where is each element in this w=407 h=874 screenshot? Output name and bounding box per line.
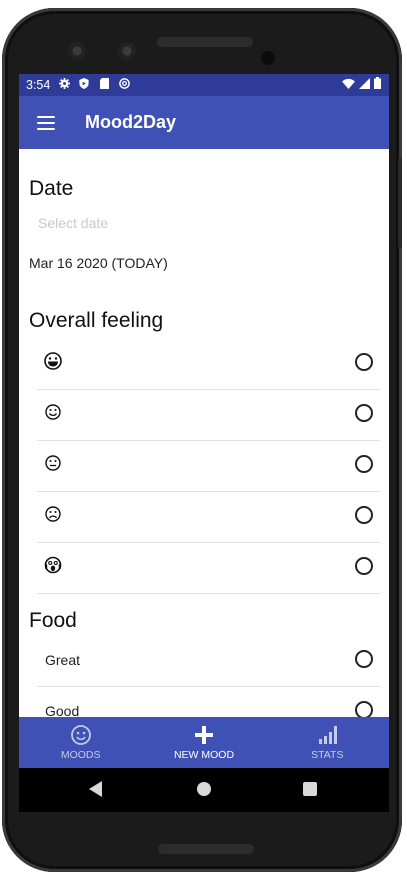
smiling-face-icon — [44, 403, 62, 421]
food-option-label: Great — [45, 652, 81, 668]
feeling-section-title: Overall feeling — [29, 309, 164, 332]
smiley-icon — [70, 724, 92, 746]
food-option-great[interactable]: Great — [37, 636, 380, 687]
recent-apps-icon[interactable] — [303, 782, 317, 796]
food-section-title: Food — [29, 609, 77, 632]
food-radio-good[interactable] — [355, 701, 373, 717]
hamburger-menu-icon[interactable] — [37, 115, 55, 130]
screen: 3:54 Mood2Day Date Select date Mar 16 20… — [19, 74, 389, 812]
food-option-good[interactable]: Good — [37, 687, 380, 717]
gear-icon — [58, 78, 70, 92]
home-icon[interactable] — [197, 782, 211, 796]
feeling-option-2[interactable] — [37, 390, 380, 441]
new-mood-form[interactable]: Date Select date Mar 16 2020 (TODAY) Ove… — [19, 149, 389, 717]
at-icon — [118, 78, 130, 92]
feeling-radio-3[interactable] — [355, 455, 373, 473]
date-input[interactable]: Select date — [38, 215, 108, 231]
battery-icon — [374, 77, 381, 92]
phone-side-button — [398, 158, 402, 248]
nav-new-mood[interactable]: NEW MOOD — [142, 717, 265, 768]
feeling-radio-4[interactable] — [355, 506, 373, 524]
plus-icon — [193, 724, 215, 746]
wifi-icon — [342, 78, 355, 92]
food-radio-great[interactable] — [355, 650, 373, 668]
selected-date: Mar 16 2020 (TODAY) — [29, 255, 168, 271]
nav-moods[interactable]: MOODS — [19, 717, 142, 768]
status-bar: 3:54 — [19, 74, 389, 96]
system-navigation-bar — [19, 768, 389, 812]
shield-icon — [78, 78, 90, 92]
nav-moods-label: MOODS — [60, 749, 101, 761]
back-icon[interactable] — [89, 781, 102, 797]
bar-chart-icon — [316, 724, 338, 746]
screaming-face-icon — [44, 556, 62, 574]
row-divider — [37, 593, 380, 594]
neutral-face-icon — [44, 454, 62, 472]
feeling-radio-1[interactable] — [355, 353, 373, 371]
feeling-option-3[interactable] — [37, 441, 380, 492]
app-title: Mood2Day — [85, 112, 177, 132]
bottom-speaker — [158, 844, 254, 854]
feeling-option-1[interactable] — [37, 339, 380, 390]
grinning-face-icon — [44, 352, 62, 370]
nav-stats[interactable]: STATS — [266, 717, 389, 768]
proximity-sensor — [261, 51, 275, 65]
phone-frame: 3:54 Mood2Day Date Select date Mar 16 20… — [2, 8, 402, 872]
signal-icon — [359, 77, 370, 92]
nav-stats-label: STATS — [311, 749, 344, 761]
food-option-label: Good — [45, 703, 80, 717]
app-bar: Mood2Day — [19, 96, 389, 149]
feeling-radio-5[interactable] — [355, 557, 373, 575]
status-time: 3:54 — [26, 78, 51, 92]
feeling-option-5[interactable] — [37, 543, 380, 594]
front-sensor — [118, 42, 136, 60]
earpiece-speaker — [157, 37, 253, 47]
feeling-option-4[interactable] — [37, 492, 380, 543]
nav-new-mood-label: NEW MOOD — [173, 749, 235, 761]
front-camera — [68, 42, 86, 60]
bottom-navigation: MOODS NEW MOOD STATS — [19, 717, 389, 768]
frowning-face-icon — [44, 505, 62, 523]
sd-card-icon — [98, 78, 110, 92]
feeling-radio-2[interactable] — [355, 404, 373, 422]
date-section-title: Date — [29, 177, 74, 200]
